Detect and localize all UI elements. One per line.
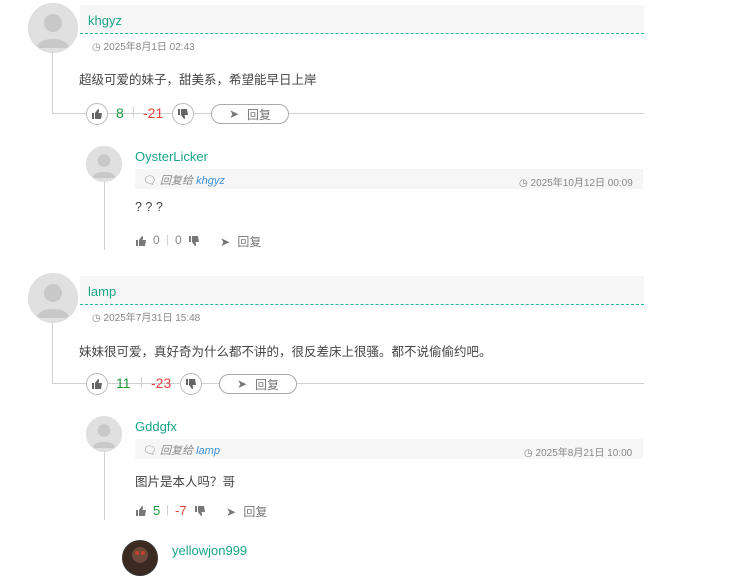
reply-label: 回复 xyxy=(237,235,262,249)
reply-author[interactable]: Gddgfx xyxy=(135,419,177,434)
comment-author[interactable]: yellowjon999 xyxy=(172,543,247,558)
downvote-count: 0 xyxy=(175,233,182,247)
reply-time-text: 2025年8月21日 10:00 xyxy=(535,448,633,459)
reply-to: 🗨 回复给 khgyz xyxy=(143,172,225,188)
default-avatar-icon xyxy=(37,14,69,48)
reply-label: 回复 xyxy=(243,505,268,519)
thumbs-up-button[interactable] xyxy=(86,373,108,395)
comment-time: ◷ 2025年7月31日 15:48 xyxy=(92,309,200,324)
reply-author[interactable]: OysterLicker xyxy=(135,149,208,164)
thumbs-up-button[interactable] xyxy=(135,234,147,252)
reply-to-user[interactable]: lamp xyxy=(196,445,220,457)
avatar xyxy=(86,146,122,182)
vote-divider: | xyxy=(132,106,135,118)
thread-line xyxy=(104,450,105,520)
reply-arrow-icon: ➤ xyxy=(228,107,240,121)
reply-comment-icon: 🗨 xyxy=(143,175,157,187)
thumbs-down-button[interactable] xyxy=(180,373,202,395)
reply-button[interactable]: ➤ 回复 xyxy=(220,233,261,250)
default-avatar-icon xyxy=(92,424,116,449)
thumbs-up-button[interactable] xyxy=(86,103,108,125)
comment-time-text: 2025年7月31日 15:48 xyxy=(103,313,201,324)
reply-comment-icon: 🗨 xyxy=(143,445,157,457)
thumbs-up-icon xyxy=(92,109,102,119)
clock-icon: ◷ xyxy=(92,42,101,53)
comment-header xyxy=(80,276,644,305)
reply-time: ◷ 2025年8月21日 10:00 xyxy=(524,444,632,459)
clock-icon: ◷ xyxy=(524,448,533,459)
thread-line xyxy=(104,180,105,250)
reply-label: 回复 xyxy=(247,107,272,122)
thumbs-up-icon xyxy=(92,379,102,389)
downvote-count: -7 xyxy=(175,503,187,518)
downvote-count: -23 xyxy=(151,375,172,391)
upvote-count: 8 xyxy=(116,105,124,121)
reply-label: 回复 xyxy=(255,377,280,392)
comment-time: ◷ 2025年8月1日 02:43 xyxy=(92,38,195,53)
reply-prefix: 回复给 xyxy=(160,445,194,457)
thumbs-down-button[interactable] xyxy=(188,234,200,252)
upvote-count: 5 xyxy=(153,503,161,518)
thumbs-down-button[interactable] xyxy=(172,103,194,125)
reply-button[interactable]: ➤ 回复 xyxy=(226,503,267,520)
vote-divider: | xyxy=(166,234,169,246)
thread-line xyxy=(52,52,53,113)
comment-author[interactable]: khgyz xyxy=(88,13,122,28)
reply-to: 🗨 回复给 lamp xyxy=(143,442,220,458)
thumbs-down-icon xyxy=(189,236,199,246)
avatar xyxy=(122,540,158,576)
reply-arrow-icon: ➤ xyxy=(220,235,231,249)
thumbs-up-button[interactable] xyxy=(135,504,147,522)
reply-time: ◷ 2025年10月12日 00:09 xyxy=(519,174,633,189)
reply-prefix: 回复给 xyxy=(160,175,194,187)
thumbs-down-button[interactable] xyxy=(194,504,206,522)
thumbs-up-icon xyxy=(136,236,146,246)
thumbs-down-icon xyxy=(186,379,196,389)
comment-time-text: 2025年8月1日 02:43 xyxy=(103,42,195,53)
reply-time-text: 2025年10月12日 00:09 xyxy=(530,178,633,189)
vote-divider: | xyxy=(166,504,169,516)
user-avatar-icon xyxy=(132,547,148,563)
upvote-count: 11 xyxy=(116,375,131,391)
default-avatar-icon xyxy=(37,284,69,318)
thumbs-up-icon xyxy=(136,506,146,516)
reply-button[interactable]: ➤ 回复 xyxy=(211,104,289,124)
reply-button[interactable]: ➤ 回复 xyxy=(219,374,297,394)
reply-content: ? ? ? xyxy=(135,200,163,214)
comment-author[interactable]: lamp xyxy=(88,284,116,299)
reply-content: 图片是本人吗？哥 xyxy=(135,475,236,489)
upvote-count: 0 xyxy=(153,233,160,247)
reply-arrow-icon: ➤ xyxy=(226,505,237,519)
thread-line xyxy=(52,113,644,114)
avatar xyxy=(28,3,78,53)
default-avatar-icon xyxy=(92,154,116,179)
thread-line xyxy=(52,322,53,383)
reply-to-user[interactable]: khgyz xyxy=(196,175,225,187)
thumbs-down-icon xyxy=(195,506,205,516)
avatar xyxy=(86,416,122,452)
vote-divider: | xyxy=(140,376,143,388)
avatar xyxy=(28,273,78,323)
comment-header xyxy=(80,5,644,34)
reply-arrow-icon: ➤ xyxy=(236,377,248,391)
clock-icon: ◷ xyxy=(519,178,528,189)
thumbs-down-icon xyxy=(178,109,188,119)
comment-content: 超级可爱的妹子，甜美系，希望能早日上岸 xyxy=(79,73,317,87)
clock-icon: ◷ xyxy=(92,313,101,324)
downvote-count: -21 xyxy=(143,105,164,121)
comment-content: 妹妹很可爱，真好奇为什么都不讲的，很反差床上很骚。都不说偷偷约吧。 xyxy=(79,345,492,359)
